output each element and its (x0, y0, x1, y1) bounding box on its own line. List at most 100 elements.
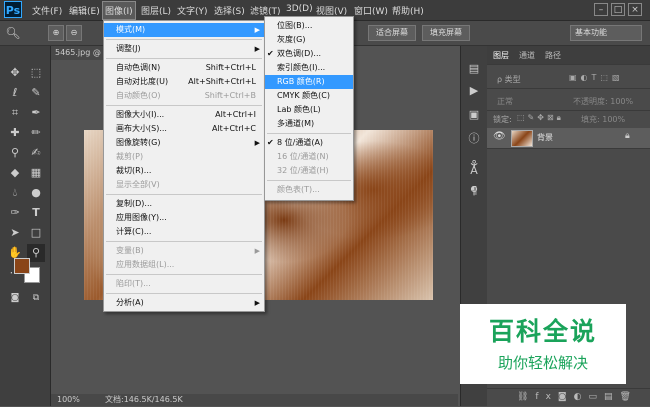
menu-item: 显示全部(V) (104, 178, 264, 192)
menu-item-label: 计算(C)... (116, 227, 152, 236)
lock-icons[interactable]: ⬚✎✥⊠🔒︎ (517, 113, 564, 123)
pen-tool-icon[interactable]: ✑ (6, 204, 24, 222)
menu-item[interactable]: 复制(D)... (104, 197, 264, 211)
zoom-in-icon[interactable]: ⊕ (48, 25, 64, 41)
screen-mode-icon[interactable]: ⧉ (27, 289, 45, 307)
zoom-out-icon[interactable]: ⊖ (66, 25, 82, 41)
path-select-icon[interactable]: ➤ (6, 224, 24, 242)
eraser-icon[interactable]: ◆ (6, 164, 24, 182)
menu-item-label: 8 位/通道(A) (277, 138, 324, 147)
menu-separator (106, 58, 262, 59)
menu-item-label: 位图(B)... (277, 21, 313, 30)
actions-panel-icon[interactable]: ▶ (465, 82, 483, 100)
minimize-icon[interactable]: – (594, 3, 608, 16)
menu-item[interactable]: 应用图像(Y)... (104, 211, 264, 225)
layer-actions-icons[interactable]: ⛓fx◙◐▭▤🗑︎ (517, 392, 638, 402)
close-icon[interactable]: × (628, 3, 642, 16)
menu-item: 16 位/通道(N) (265, 150, 353, 164)
quick-mask-icon[interactable]: ◙ (6, 289, 24, 307)
menu-item-label: 画布大小(S)... (116, 124, 167, 133)
menu-window[interactable]: 窗口(W) (354, 4, 388, 17)
menu-item[interactable]: 分析(A) ▶ (104, 296, 264, 310)
menu-help[interactable]: 帮助(H) (392, 4, 424, 17)
menu-item[interactable]: 灰度(G) (265, 33, 353, 47)
menu-select[interactable]: 选择(S) (214, 4, 245, 17)
visibility-eye-icon[interactable]: 👁︎ (493, 131, 506, 142)
menu-item-label: 陷印(T)... (116, 279, 151, 288)
menu-item[interactable]: 模式(M) ▶ (104, 23, 264, 37)
fit-screen-button[interactable]: 适合屏幕 (368, 25, 416, 41)
menu-item[interactable]: 调整(J) ▶ (104, 42, 264, 56)
menu-3d[interactable]: 3D(D) (286, 4, 313, 14)
filter-icons[interactable]: ▣◐T⬚▧ (569, 73, 624, 82)
submenu-arrow-icon: ▶ (254, 26, 260, 34)
fill-screen-button[interactable]: 填充屏幕 (422, 25, 470, 41)
menu-separator (106, 241, 262, 242)
clone-stamp-icon[interactable]: ⚲ (6, 144, 24, 162)
info-panel-icon[interactable]: ⓘ (465, 130, 483, 148)
workspace-select[interactable]: 基本功能 (570, 25, 642, 41)
shape-tool-icon[interactable]: □ (27, 224, 45, 242)
dodge-tool-icon[interactable]: ● (27, 184, 45, 202)
menu-item-shortcut: Shift+Ctrl+L (205, 63, 256, 72)
history-brush-icon[interactable]: ✍ (27, 144, 45, 162)
tab-channels[interactable]: 通道 (519, 50, 535, 61)
paragraph-panel-icon[interactable]: ¶ (465, 182, 483, 200)
tab-layers[interactable]: 图层 (493, 50, 509, 61)
quick-select-icon[interactable]: ✎ (27, 84, 45, 102)
gradient-icon[interactable]: ▦ (27, 164, 45, 182)
menu-image[interactable]: 图像(I) (102, 1, 136, 20)
maximize-icon[interactable]: □ (611, 3, 625, 16)
menu-item[interactable]: ✔ 8 位/通道(A) (265, 136, 353, 150)
menu-file[interactable]: 文件(F) (32, 4, 62, 17)
menu-item[interactable]: ✔ 双色调(D)... (265, 47, 353, 61)
menu-item[interactable]: 索引颜色(I)... (265, 61, 353, 75)
history-panel-icon[interactable]: ▤ (465, 60, 483, 78)
menu-item[interactable]: 自动对比度(U) Alt+Shift+Ctrl+L (104, 75, 264, 89)
menu-item-label: 索引颜色(I)... (277, 63, 326, 72)
marquee-tool-icon[interactable]: ⬚ (27, 64, 45, 82)
menu-item[interactable]: 图像旋转(G) ▶ (104, 136, 264, 150)
menu-item[interactable]: CMYK 颜色(C) (265, 89, 353, 103)
menu-item[interactable]: 计算(C)... (104, 225, 264, 239)
properties-panel-icon[interactable]: ▣ (465, 106, 483, 124)
layer-row[interactable]: 👁︎ 背景 🔒︎ (487, 128, 650, 149)
healing-brush-icon[interactable]: ✚ (6, 124, 24, 142)
layers-footer: ⛓fx◙◐▭▤🗑︎ (487, 388, 650, 407)
menu-item-label: 16 位/通道(N) (277, 152, 329, 161)
layer-filter-select[interactable]: ρ 类型 (497, 74, 521, 85)
menu-item[interactable]: 位图(B)... (265, 19, 353, 33)
menu-layer[interactable]: 图层(L) (141, 4, 171, 17)
menu-separator (106, 274, 262, 275)
crop-tool-icon[interactable]: ⌗ (6, 104, 24, 122)
fill-field[interactable]: 填充: 100% (581, 114, 625, 125)
menu-item[interactable]: 自动色调(N) Shift+Ctrl+L (104, 61, 264, 75)
lock-row: 锁定: ⬚✎✥⊠🔒︎ 填充: 100% (487, 110, 650, 129)
zoom-tool-icon[interactable]: 🔍︎ (4, 24, 22, 42)
menu-edit[interactable]: 编辑(E) (69, 4, 100, 17)
eyedropper-icon[interactable]: ✒ (27, 104, 45, 122)
blend-row: 正常 不透明度: 100% (487, 92, 650, 111)
type-tool-icon[interactable]: T (27, 204, 45, 222)
menu-item: 自动颜色(O) Shift+Ctrl+B (104, 89, 264, 103)
menu-item-label: 灰度(G) (277, 35, 306, 44)
menu-item[interactable]: RGB 颜色(R) (265, 75, 353, 89)
menu-item[interactable]: 图像大小(I)... Alt+Ctrl+I (104, 108, 264, 122)
tab-paths[interactable]: 路径 (545, 50, 561, 61)
menu-type[interactable]: 文字(Y) (177, 4, 208, 17)
move-tool-icon[interactable]: ✥ (6, 64, 24, 82)
submenu-arrow-icon: ▶ (254, 45, 260, 53)
menu-item[interactable]: Lab 颜色(L) (265, 103, 353, 117)
layer-name[interactable]: 背景 (537, 132, 553, 143)
opacity-field[interactable]: 不透明度: 100% (573, 96, 633, 107)
brush-tool-icon[interactable]: ✏ (27, 124, 45, 142)
character-panel-icon[interactable]: A (465, 162, 483, 180)
zoom-level[interactable]: 100% (57, 394, 80, 406)
blur-tool-icon[interactable]: 💧︎ (6, 184, 24, 202)
blend-mode-select[interactable]: 正常 (497, 96, 513, 107)
menu-item[interactable]: 多通道(M) (265, 117, 353, 131)
menu-item[interactable]: 画布大小(S)... Alt+Ctrl+C (104, 122, 264, 136)
foreground-color-swatch[interactable] (14, 258, 30, 274)
menu-item[interactable]: 裁切(R)... (104, 164, 264, 178)
lasso-tool-icon[interactable]: ℓ (6, 84, 24, 102)
